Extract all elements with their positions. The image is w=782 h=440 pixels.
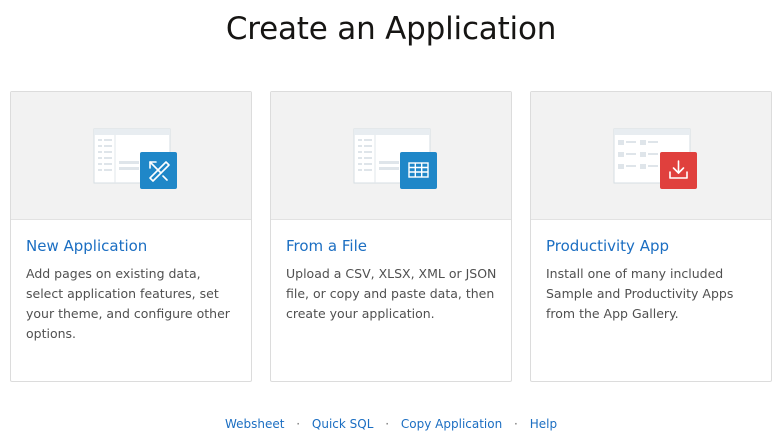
link-separator: · (385, 417, 390, 431)
link-separator: · (296, 417, 301, 431)
card-description: Install one of many included Sample and … (546, 266, 734, 321)
wand-pencil-icon (140, 152, 177, 189)
copy-application-link[interactable]: Copy Application (401, 417, 502, 431)
card-description: Upload a CSV, XLSX, XML or JSON file, or… (286, 266, 497, 321)
new-application-card[interactable]: New Application Add pages on existing da… (10, 91, 252, 382)
from-a-file-card[interactable]: From a File Upload a CSV, XLSX, XML or J… (270, 91, 512, 382)
link-separator: · (514, 417, 518, 431)
quick-sql-link[interactable]: Quick SQL (312, 417, 374, 431)
card-title[interactable]: Productivity App (546, 236, 669, 256)
create-application-page: Create an Application New Application Ad… (0, 0, 782, 440)
card-illustration (271, 92, 511, 220)
footer-links: Websheet · Quick SQL · Copy Application … (0, 414, 782, 434)
card-illustration (531, 92, 771, 220)
card-title[interactable]: From a File (286, 236, 367, 256)
websheet-link[interactable]: Websheet (225, 417, 285, 431)
card-illustration (11, 92, 251, 220)
card-title[interactable]: New Application (26, 236, 147, 256)
productivity-app-card[interactable]: Productivity App Install one of many inc… (530, 91, 772, 382)
page-title: Create an Application (225, 11, 557, 47)
card-description: Add pages on existing data, select appli… (26, 266, 230, 341)
table-grid-icon (400, 152, 437, 189)
download-icon (660, 152, 697, 189)
help-link[interactable]: Help (530, 417, 557, 431)
